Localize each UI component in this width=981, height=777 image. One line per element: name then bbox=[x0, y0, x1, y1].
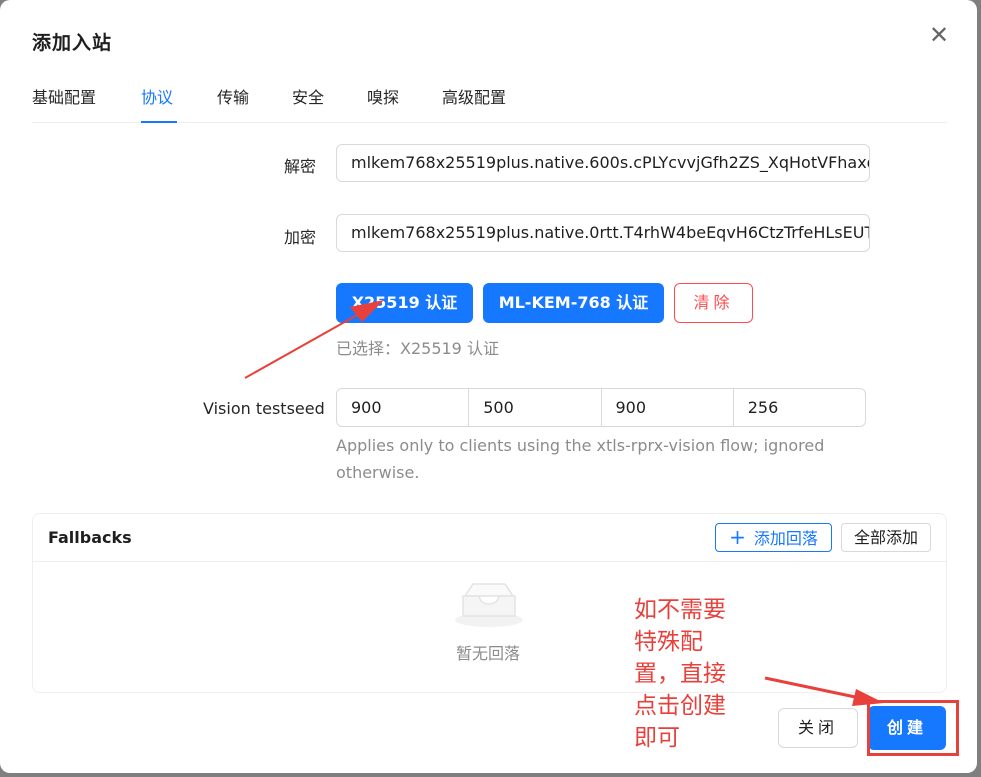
dialog-title: 添加入站 bbox=[32, 32, 113, 54]
add-inbound-dialog: 添加入站 ✕ 基础配置 协议 传输 安全 嗅探 高级配置 解密 mlkem768… bbox=[0, 0, 977, 773]
testseed-input-4[interactable]: 256 bbox=[734, 389, 865, 426]
mlkem768-auth-button[interactable]: ML-KEM-768 认证 bbox=[483, 283, 664, 323]
tab-security[interactable]: 安全 bbox=[292, 84, 324, 108]
tab-sniffing[interactable]: 嗅探 bbox=[367, 84, 399, 108]
encryption-input[interactable]: mlkem768x25519plus.native.0rtt.T4rhW4beE… bbox=[336, 214, 870, 252]
fallbacks-header: Fallbacks + 添加回落 全部添加 bbox=[33, 514, 946, 562]
fallbacks-title: Fallbacks bbox=[48, 528, 132, 547]
decryption-input[interactable]: mlkem768x25519plus.native.600s.cPLYcvvjG… bbox=[336, 144, 870, 182]
testseed-input-2[interactable]: 500 bbox=[469, 389, 602, 426]
vision-testseed-label: Vision testseed bbox=[203, 399, 325, 418]
vision-help-text: Applies only to clients using the xtls-r… bbox=[336, 436, 825, 482]
close-button[interactable]: 关闭 bbox=[778, 708, 858, 748]
add-fallback-label: 添加回落 bbox=[753, 529, 818, 548]
add-all-button[interactable]: 全部添加 bbox=[841, 523, 931, 552]
x25519-auth-button[interactable]: X25519 认证 bbox=[336, 283, 473, 323]
testseed-input-3[interactable]: 900 bbox=[602, 389, 734, 426]
tab-transport[interactable]: 传输 bbox=[217, 84, 249, 108]
clear-button[interactable]: 清除 bbox=[674, 283, 753, 323]
annotation-note: 如不需要特殊配置，直接点击创建即可 bbox=[634, 597, 726, 751]
active-tab-indicator bbox=[141, 121, 177, 123]
decryption-label: 解密 bbox=[284, 157, 317, 176]
testseed-input-1[interactable]: 900 bbox=[337, 389, 470, 426]
selected-auth-text: 已选择：X25519 认证 bbox=[336, 339, 499, 358]
fallbacks-card: Fallbacks + 添加回落 全部添加 暂无回落 bbox=[32, 513, 947, 693]
plus-icon: + bbox=[729, 525, 746, 549]
close-icon[interactable]: ✕ bbox=[926, 22, 952, 48]
tab-protocol[interactable]: 协议 bbox=[141, 84, 173, 108]
tab-bar: 基础配置 协议 传输 安全 嗅探 高级配置 bbox=[32, 72, 947, 123]
encryption-label: 加密 bbox=[284, 228, 317, 247]
empty-inbox-icon bbox=[455, 583, 523, 627]
vision-testseed-inputs: 900 500 900 256 bbox=[336, 388, 866, 427]
highlight-create-box bbox=[867, 700, 959, 756]
tab-advanced-config[interactable]: 高级配置 bbox=[442, 84, 506, 108]
tab-basic-config[interactable]: 基础配置 bbox=[32, 84, 96, 108]
add-fallback-button[interactable]: + 添加回落 bbox=[715, 523, 832, 552]
empty-fallbacks-text: 暂无回落 bbox=[455, 644, 520, 663]
